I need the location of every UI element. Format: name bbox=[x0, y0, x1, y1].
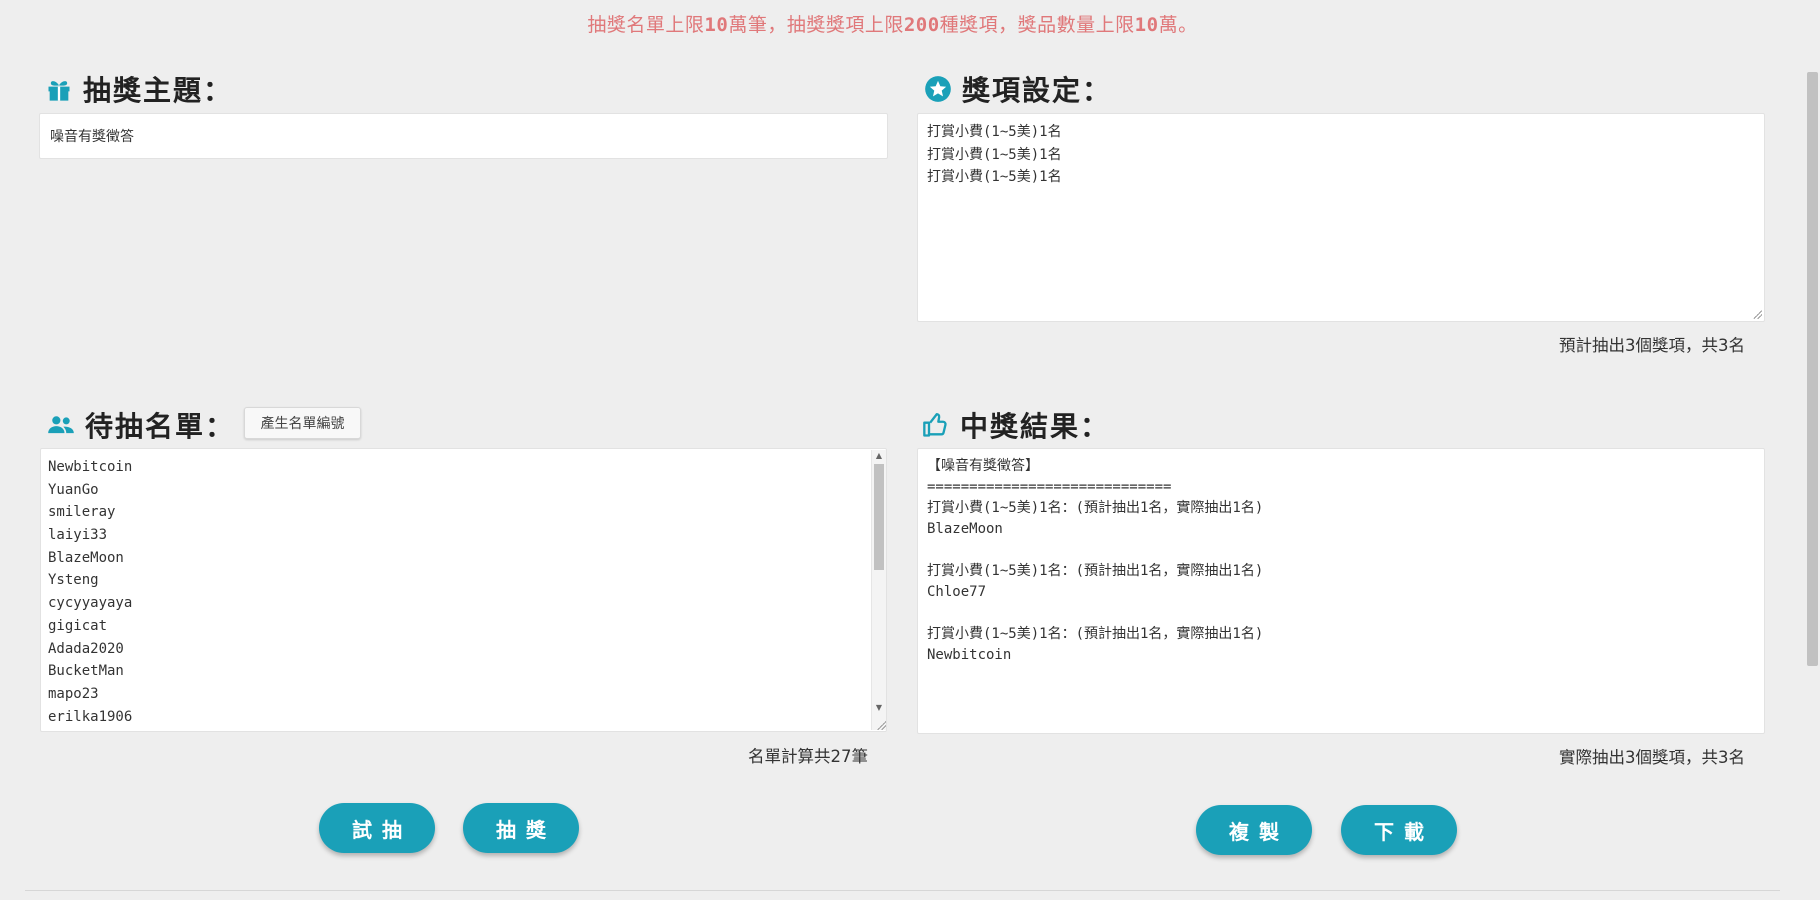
results-summary: 實際抽出3個獎項，共3名 bbox=[1559, 748, 1745, 767]
topic-title: 抽獎主題： bbox=[83, 74, 234, 107]
result-line: ============================= bbox=[927, 479, 1172, 495]
generate-list-numbers-button[interactable]: 產生名單編號 bbox=[244, 407, 361, 439]
candidate-name: BucketMan bbox=[48, 663, 124, 680]
notice-number: 10 bbox=[1134, 14, 1159, 36]
star-icon bbox=[924, 75, 952, 103]
results-textarea[interactable]: 【噪音有獎徵答】 ============================= 打… bbox=[917, 448, 1765, 734]
candidate-name: gigicat bbox=[48, 617, 108, 634]
gift-icon bbox=[45, 75, 73, 103]
result-line: 打賞小費(1~5美)1名：(預計抽出1名，實際抽出1名) bbox=[927, 563, 1264, 579]
result-line: 【噪音有獎徵答】 bbox=[927, 458, 1039, 474]
resize-grip-icon[interactable] bbox=[1752, 309, 1762, 319]
results-title: 中獎結果： bbox=[960, 410, 1111, 443]
resize-grip-icon[interactable] bbox=[876, 720, 886, 730]
notice-text: 萬。 bbox=[1158, 14, 1198, 36]
limits-notice: 抽獎名單上限10萬筆，抽獎獎項上限200種獎項，獎品數量上限10萬。 bbox=[0, 10, 1785, 37]
people-icon bbox=[47, 411, 75, 439]
topic-input[interactable]: 噪音有獎徵答 bbox=[39, 113, 888, 159]
result-line: Newbitcoin bbox=[927, 647, 1012, 663]
candidate-name: Adada2020 bbox=[48, 640, 124, 657]
result-line: 打賞小費(1~5美)1名：(預計抽出1名，實際抽出1名) bbox=[927, 626, 1264, 642]
scrollbar-thumb[interactable] bbox=[874, 464, 884, 570]
candidate-name: YuanGo bbox=[48, 481, 99, 498]
candidate-name: Newbitcoin bbox=[48, 459, 133, 475]
copy-button[interactable]: 複製 bbox=[1196, 805, 1312, 855]
candidate-name: smileray bbox=[48, 504, 116, 521]
result-line: Chloe77 bbox=[927, 584, 987, 600]
result-line bbox=[927, 540, 1755, 561]
prizes-textarea[interactable]: 打賞小費(1~5美)1名 打賞小費(1~5美)1名 打賞小費(1~5美)1名 bbox=[917, 113, 1765, 322]
candidate-name: BlazeMoon bbox=[48, 549, 124, 566]
scroll-up-icon[interactable]: ▲ bbox=[872, 450, 886, 462]
result-line: BlazeMoon bbox=[927, 521, 1003, 537]
notice-text: 萬筆，抽獎獎項上限 bbox=[728, 14, 904, 36]
topic-value: 噪音有獎徵答 bbox=[50, 129, 134, 145]
scroll-down-icon[interactable]: ▼ bbox=[872, 702, 886, 714]
candidate-name: mapo23 bbox=[48, 685, 99, 702]
candidate-name: erilka1906 bbox=[48, 708, 133, 725]
notice-text: 種獎項，獎品數量上限 bbox=[939, 14, 1135, 36]
prizes-title: 獎項設定： bbox=[962, 74, 1113, 107]
candidates-heading: 待抽名單： bbox=[47, 405, 235, 445]
notice-text: 抽獎名單上限 bbox=[587, 14, 705, 36]
trial-draw-button[interactable]: 試抽 bbox=[319, 803, 435, 853]
result-line: 打賞小費(1~5美)1名：(預計抽出1名，實際抽出1名) bbox=[927, 500, 1264, 516]
prizes-heading: 獎項設定： bbox=[924, 69, 1112, 109]
draw-button[interactable]: 抽獎 bbox=[463, 803, 579, 853]
notice-number: 10 bbox=[704, 14, 729, 36]
topic-heading: 抽獎主題： bbox=[45, 69, 233, 109]
candidate-name: laiyi33 bbox=[48, 527, 108, 544]
thumbs-up-icon bbox=[922, 411, 950, 439]
prizes-summary: 預計抽出3個獎項，共3名 bbox=[1559, 336, 1745, 355]
result-line bbox=[927, 603, 1755, 624]
prize-line: 打賞小費(1~5美)1名 bbox=[927, 146, 1062, 163]
page-scrollbar[interactable] bbox=[1804, 0, 1820, 900]
prize-line: 打賞小費(1~5美)1名 bbox=[927, 169, 1062, 186]
candidates-scrollbar[interactable]: ▲ ▼ bbox=[871, 450, 886, 730]
footer-divider bbox=[25, 890, 1780, 891]
page-scrollbar-thumb[interactable] bbox=[1807, 72, 1818, 666]
candidate-name: cycyyayaya bbox=[48, 595, 133, 612]
candidates-title: 待抽名單： bbox=[85, 410, 236, 443]
notice-number: 200 bbox=[903, 14, 940, 36]
candidates-summary: 名單計算共27筆 bbox=[748, 747, 868, 766]
results-heading: 中獎結果： bbox=[922, 405, 1110, 445]
download-button[interactable]: 下載 bbox=[1341, 805, 1457, 855]
candidate-name: Ysteng bbox=[48, 572, 99, 589]
prize-line: 打賞小費(1~5美)1名 bbox=[927, 124, 1062, 140]
candidates-textarea[interactable]: Newbitcoin YuanGo smileray laiyi33 Blaze… bbox=[40, 448, 887, 732]
